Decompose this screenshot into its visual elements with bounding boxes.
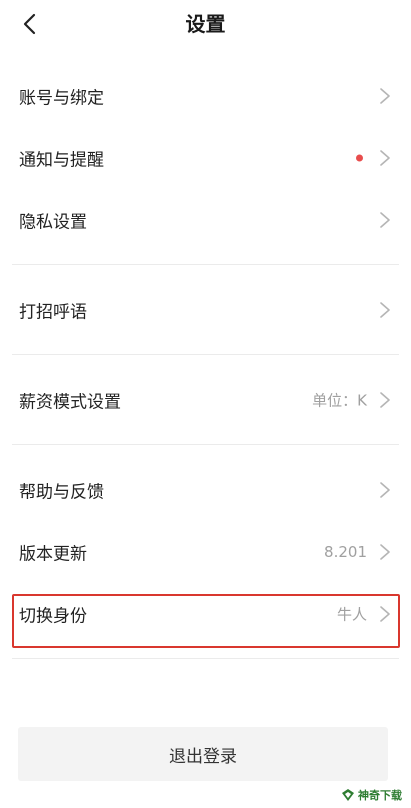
salary-unit-value: 单位：K bbox=[312, 391, 367, 410]
row-label: 版本更新 bbox=[19, 544, 87, 565]
divider bbox=[12, 658, 399, 659]
row-version-update[interactable]: 版本更新 8.201 bbox=[0, 524, 411, 580]
watermark-text: 神奇下载 bbox=[358, 789, 402, 802]
chevron-right-icon bbox=[380, 212, 390, 228]
row-privacy[interactable]: 隐私设置 bbox=[0, 192, 411, 248]
chevron-right-icon bbox=[380, 88, 390, 104]
notification-dot bbox=[356, 154, 363, 162]
row-label: 打招呼语 bbox=[19, 302, 87, 323]
row-greeting[interactable]: 打招呼语 bbox=[0, 282, 411, 338]
row-account-binding[interactable]: 账号与绑定 bbox=[0, 68, 411, 124]
chevron-right-icon bbox=[380, 606, 390, 622]
chevron-right-icon bbox=[380, 392, 390, 408]
row-label: 帮助与反馈 bbox=[19, 482, 104, 503]
row-label: 隐私设置 bbox=[19, 212, 87, 233]
chevron-right-icon bbox=[380, 150, 390, 166]
page-title: 设置 bbox=[185, 12, 226, 36]
row-label: 通知与提醒 bbox=[19, 150, 104, 171]
logout-button[interactable]: 退出登录 bbox=[18, 727, 388, 781]
header-bar: 设置 bbox=[0, 0, 411, 48]
chevron-right-icon bbox=[380, 302, 390, 318]
watermark: 神奇下载 bbox=[338, 786, 405, 804]
identity-value: 牛人 bbox=[336, 605, 367, 624]
row-salary-mode[interactable]: 薪资模式设置 单位：K bbox=[0, 372, 411, 428]
row-help-feedback[interactable]: 帮助与反馈 bbox=[0, 462, 411, 518]
watermark-logo-icon bbox=[341, 788, 355, 802]
divider bbox=[12, 444, 399, 445]
row-label: 薪资模式设置 bbox=[19, 392, 121, 413]
row-label: 切换身份 bbox=[19, 606, 87, 627]
row-notifications[interactable]: 通知与提醒 bbox=[0, 130, 411, 186]
row-label: 账号与绑定 bbox=[19, 88, 104, 109]
chevron-right-icon bbox=[380, 482, 390, 498]
divider bbox=[12, 354, 399, 355]
divider bbox=[12, 264, 399, 265]
chevron-right-icon bbox=[380, 544, 390, 560]
version-value: 8.201 bbox=[324, 543, 367, 561]
row-switch-identity[interactable]: 切换身份 牛人 bbox=[0, 586, 411, 642]
